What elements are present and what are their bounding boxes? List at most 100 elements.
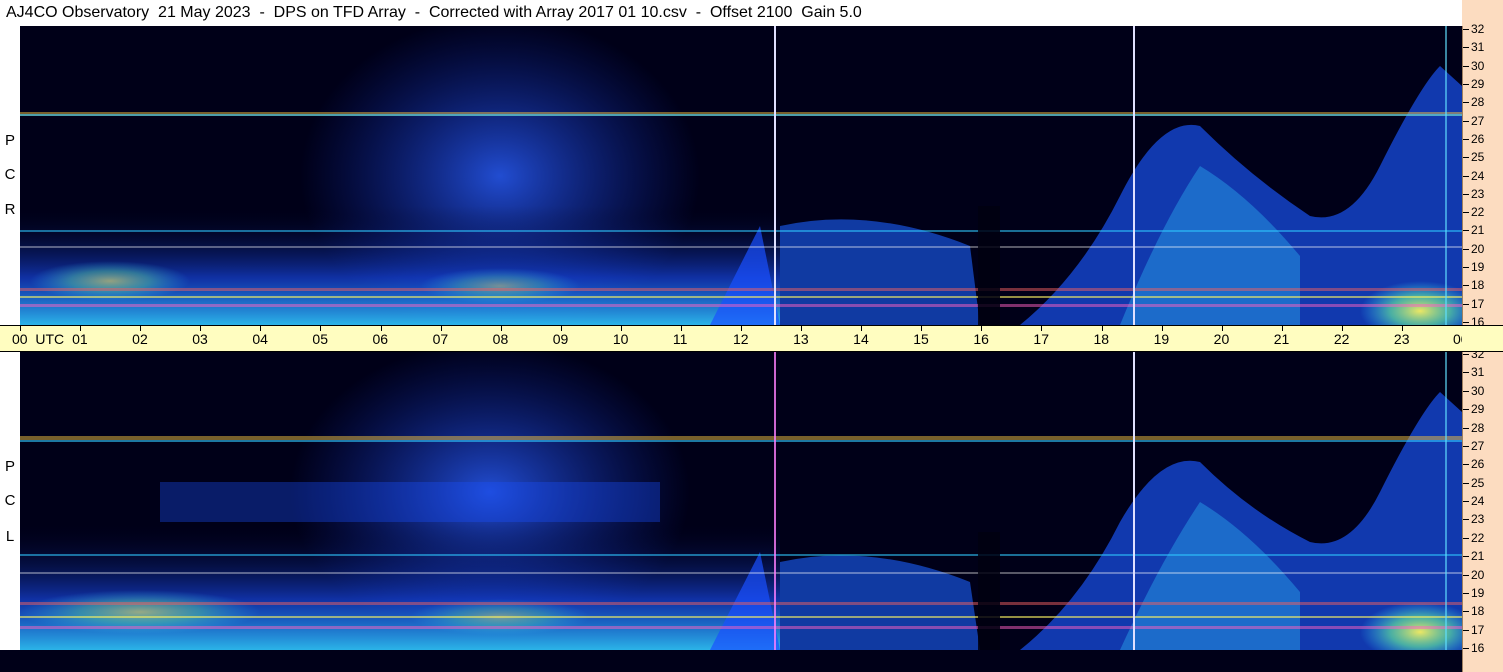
- utc-tick-label: 07: [432, 331, 449, 347]
- rcp-freq-tick-mark: [1463, 47, 1469, 49]
- rcp-freq-tick-label: 31: [1471, 40, 1485, 55]
- rcp-freq-tick-label: 19: [1471, 260, 1485, 275]
- rcp-freq-tick-mark: [1463, 267, 1469, 269]
- top-pol-letter-2: C: [4, 166, 16, 183]
- bottom-pol-letter-1: L: [5, 528, 15, 545]
- rcp-freq-tick-label: 24: [1471, 168, 1485, 183]
- window-title: AJ4CO Observatory 21 May 2023 - DPS on T…: [0, 0, 1462, 26]
- utc-tick-label: 08: [492, 331, 509, 347]
- lcp-freq-tick-label: 18: [1471, 604, 1485, 619]
- utc-tick-label: 10: [612, 331, 629, 347]
- lcp-freq-tick-mark: [1463, 556, 1469, 558]
- utc-tick-label: 03: [192, 331, 208, 347]
- utc-tick-label: 11: [672, 331, 688, 347]
- lcp-freq-tick-label: 21: [1471, 549, 1485, 564]
- utc-tick-label: 09: [552, 331, 569, 347]
- rcp-freq-tick-mark: [1463, 102, 1469, 104]
- rcp-freq-tick-label: 20: [1471, 241, 1485, 256]
- rcp-freq-tick-label: 25: [1471, 150, 1485, 165]
- lcp-spectrogram-panel[interactable]: [20, 352, 1462, 650]
- rcp-freq-tick-label: 28: [1471, 95, 1485, 110]
- rcp-freq-tick-label: 30: [1471, 58, 1485, 73]
- lcp-spectrogram: [20, 352, 1462, 650]
- time-axis-corner: [1462, 325, 1503, 352]
- rcp-freq-tick-mark: [1463, 230, 1469, 232]
- bottom-pol-letter-2: C: [4, 492, 16, 509]
- lcp-freq-tick-mark: [1463, 629, 1469, 631]
- utc-tick-label: 23: [1393, 331, 1410, 347]
- rcp-freq-tick-label: 17: [1471, 296, 1485, 311]
- rcp-spectrogram: [20, 26, 1462, 325]
- rcp-freq-tick-mark: [1463, 157, 1469, 159]
- bottom-polarization-strip: L C P: [0, 352, 20, 672]
- utc-tick-label: 21: [1273, 331, 1290, 347]
- utc-tick-label: 04: [252, 331, 268, 347]
- utc-tick-label: 20: [1213, 331, 1230, 347]
- lcp-freq-tick-mark: [1463, 519, 1469, 521]
- utc-tick-label: 01: [72, 331, 88, 347]
- lcp-frequency-axis: 32 31 30 29 28 27 26 25 24 23 22 21 20 19 18 17 16: [1462, 348, 1503, 672]
- utc-tick-label: 13: [793, 331, 809, 347]
- rcp-freq-tick-label: 26: [1471, 131, 1485, 146]
- lcp-freq-tick-mark: [1463, 409, 1469, 411]
- utc-tick-label: 22: [1333, 331, 1350, 347]
- utc-tick-label: 17: [1033, 331, 1049, 347]
- lcp-freq-tick-label: 26: [1471, 457, 1485, 472]
- lcp-freq-tick-label: 24: [1471, 494, 1485, 508]
- utc-tick-label: 18: [1093, 331, 1110, 347]
- rcp-freq-tick-mark: [1463, 175, 1469, 177]
- lcp-freq-tick-mark: [1463, 464, 1469, 466]
- lcp-freq-tick-label: 23: [1471, 512, 1485, 527]
- rcp-freq-tick-mark: [1463, 120, 1469, 122]
- lcp-freq-tick-label: 17: [1471, 622, 1485, 637]
- utc-tick-label: 12: [733, 331, 749, 347]
- lcp-freq-tick-mark: [1463, 390, 1469, 392]
- utc-tick-label: 16: [973, 331, 989, 347]
- rcp-freq-tick-mark: [1463, 29, 1469, 30]
- bottom-edge: [0, 650, 1462, 672]
- rcp-freq-tick-label: 22: [1471, 205, 1485, 220]
- lcp-freq-tick-mark: [1463, 354, 1469, 355]
- lcp-freq-tick-label: 19: [1471, 585, 1485, 600]
- lcp-freq-tick-label: 30: [1471, 383, 1485, 398]
- rcp-freq-tick-mark: [1463, 212, 1469, 214]
- utc-tick-label: 19: [1153, 331, 1170, 347]
- lcp-freq-tick-mark: [1463, 501, 1469, 502]
- rcp-freq-tick-mark: [1463, 248, 1469, 250]
- rcp-frequency-axis: 32 31 30 29 28 27 26 25 24 23 22 21 20 19 18 17 16: [1462, 22, 1503, 328]
- rcp-freq-tick-mark: [1463, 83, 1469, 85]
- rcp-freq-tick-mark: [1463, 285, 1469, 287]
- lcp-freq-tick-mark: [1463, 648, 1469, 649]
- rcp-freq-tick-mark: [1463, 303, 1469, 305]
- rcp-freq-tick-mark: [1463, 65, 1469, 67]
- rcp-freq-tick-mark: [1463, 322, 1469, 323]
- lcp-freq-tick-label: 29: [1471, 402, 1485, 417]
- utc-tick-label: 02: [132, 331, 148, 347]
- rcp-freq-tick-mark: [1463, 138, 1469, 140]
- lcp-freq-tick-mark: [1463, 592, 1469, 594]
- rcp-freq-tick-label: 21: [1471, 223, 1485, 238]
- lcp-freq-tick-label: 25: [1471, 475, 1485, 490]
- utc-tick-label: 06: [372, 331, 389, 347]
- lcp-freq-tick-mark: [1463, 574, 1469, 576]
- rcp-freq-tick-label: 18: [1471, 278, 1485, 293]
- utc-time-axis: 00 UTC 01 02 03 04 05 06 07 08 09 10 11 12 13 14 15 16 17…: [0, 325, 1501, 352]
- lcp-freq-tick-mark: [1463, 427, 1469, 429]
- lcp-freq-tick-mark: [1463, 611, 1469, 613]
- rcp-freq-tick-mark: [1463, 193, 1469, 195]
- utc-tick-label: 05: [312, 331, 328, 347]
- lcp-freq-tick-mark: [1463, 372, 1469, 374]
- top-polarization-strip: R C P: [0, 26, 20, 325]
- lcp-freq-tick-mark: [1463, 537, 1469, 539]
- rcp-spectrogram-panel[interactable]: [20, 26, 1462, 325]
- lcp-freq-tick-label: 31: [1471, 365, 1485, 380]
- lcp-freq-tick-label: 20: [1471, 567, 1485, 582]
- top-pol-letter-1: R: [4, 201, 16, 218]
- lcp-freq-tick-label: 27: [1471, 438, 1485, 453]
- lcp-freq-tick-label: 28: [1471, 420, 1485, 435]
- lcp-freq-tick-mark: [1463, 482, 1469, 484]
- rcp-freq-tick-label: 29: [1471, 76, 1485, 91]
- rcp-freq-tick-label: 27: [1471, 113, 1485, 128]
- rcp-freq-tick-label: 32: [1471, 22, 1485, 36]
- utc-tick-label: 15: [913, 331, 929, 347]
